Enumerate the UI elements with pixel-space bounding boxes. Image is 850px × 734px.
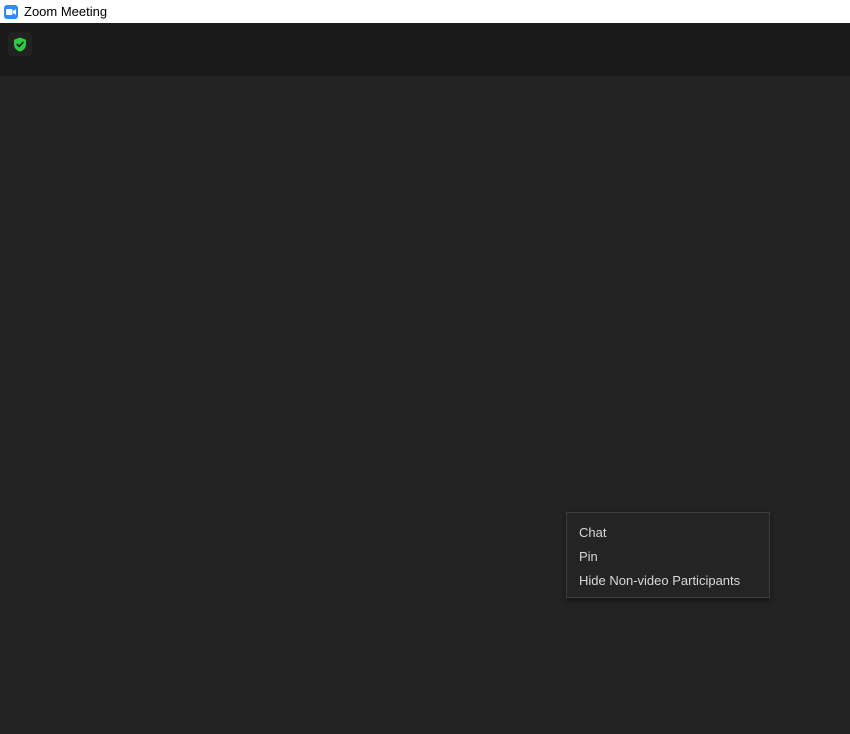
menu-item-pin[interactable]: Pin (567, 545, 769, 569)
shield-check-icon[interactable] (8, 32, 32, 56)
title-bar: Zoom Meeting (0, 0, 850, 23)
zoom-meeting-window: Zoom Meeting Chat Pin Hide Non-video Par… (0, 0, 850, 734)
meeting-top-bar (0, 23, 850, 76)
menu-item-chat[interactable]: Chat (567, 521, 769, 545)
menu-item-hide-non-video-participants[interactable]: Hide Non-video Participants (567, 569, 769, 593)
window-title: Zoom Meeting (24, 4, 108, 19)
video-area[interactable] (0, 76, 850, 734)
context-menu: Chat Pin Hide Non-video Participants (566, 512, 770, 598)
zoom-camera-icon (4, 4, 18, 19)
